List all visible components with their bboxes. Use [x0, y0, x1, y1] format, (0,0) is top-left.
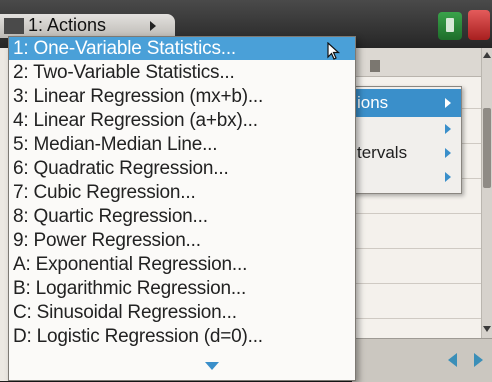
menu-item-two-variable-statistics[interactable]: 2: Two-Variable Statistics...	[9, 61, 355, 84]
menu-item-linear-regression-a-bx[interactable]: 4: Linear Regression (a+bx)...	[9, 109, 355, 132]
menu-item-label: 1: One-Variable Statistics...	[13, 38, 236, 59]
scroll-up-arrow-icon[interactable]	[483, 52, 491, 58]
menu-header-label: 1: Actions	[28, 15, 107, 35]
menu-item-label: C: Sinusoidal Regression...	[13, 302, 237, 323]
submenu: ions tervals	[340, 86, 462, 194]
menu-item-power-regression[interactable]: 9: Power Regression...	[9, 229, 355, 252]
menu-item-label: 6: Quadratic Regression...	[13, 158, 229, 179]
grid-line	[352, 318, 482, 319]
submenu-arrow-icon	[445, 172, 451, 182]
actions-menu-header[interactable]: 1: Actions	[0, 14, 175, 38]
menu-item-cubic-regression[interactable]: 7: Cubic Regression...	[9, 181, 355, 204]
submenu-item[interactable]	[341, 163, 461, 191]
menu-item-label: 5: Median-Median Line...	[13, 134, 218, 155]
actions-dropdown-menu: 1: One-Variable Statistics... 2: Two-Var…	[8, 36, 356, 381]
vertical-scrollbar[interactable]	[481, 48, 492, 338]
menu-item-label: A: Exponential Regression...	[13, 254, 248, 275]
scrollbar-thumb[interactable]	[483, 108, 491, 188]
menu-item-one-variable-statistics[interactable]: 1: One-Variable Statistics...	[9, 37, 355, 60]
grid-line	[352, 213, 482, 214]
menu-item-label: 9: Power Regression...	[13, 230, 201, 251]
menu-item-label: B: Logarithmic Regression...	[13, 278, 247, 299]
menu-item-sinusoidal-regression[interactable]: C: Sinusoidal Regression...	[9, 301, 355, 324]
menu-item-label: D: Logistic Regression (d=0)...	[13, 326, 263, 347]
submenu-item[interactable]: ions	[341, 89, 461, 117]
bottom-bar	[352, 338, 492, 382]
menu-item-logarithmic-regression[interactable]: B: Logarithmic Regression...	[9, 277, 355, 300]
submenu-arrow-icon	[445, 98, 451, 108]
submenu-item-label: tervals	[357, 143, 408, 162]
mouse-pointer-icon	[327, 42, 341, 60]
menu-item-quartic-regression[interactable]: 8: Quartic Regression...	[9, 205, 355, 228]
nav-right-arrow-icon[interactable]	[474, 353, 483, 367]
submenu-arrow-icon	[445, 148, 451, 158]
menu-item-linear-regression-mx-b[interactable]: 3: Linear Regression (mx+b)...	[9, 85, 355, 108]
grid-line	[352, 283, 482, 284]
menu-header-arrow-icon	[150, 21, 156, 31]
grid-line	[352, 248, 482, 249]
menu-item-median-median-line[interactable]: 5: Median-Median Line...	[9, 133, 355, 156]
cell-marker	[370, 60, 380, 72]
menu-tab-icon	[4, 18, 24, 34]
menu-item-label: 2: Two-Variable Statistics...	[13, 62, 235, 83]
menu-item-label: 3: Linear Regression (mx+b)...	[13, 86, 264, 107]
menu-item-label: 4: Linear Regression (a+bx)...	[13, 110, 258, 131]
menu-item-logistic-regression[interactable]: D: Logistic Regression (d=0)...	[9, 325, 355, 348]
scroll-more-arrow-icon[interactable]	[205, 362, 219, 370]
close-icon[interactable]	[468, 10, 490, 40]
menu-item-label: 7: Cubic Regression...	[13, 182, 196, 203]
menu-item-quadratic-regression[interactable]: 6: Quadratic Regression...	[9, 157, 355, 180]
scroll-down-arrow-icon[interactable]	[483, 326, 491, 332]
nav-left-arrow-icon[interactable]	[448, 353, 457, 367]
menu-item-label: 8: Quartic Regression...	[13, 206, 208, 227]
menu-item-exponential-regression[interactable]: A: Exponential Regression...	[9, 253, 355, 276]
submenu-item-label: ions	[357, 93, 389, 112]
submenu-arrow-icon	[445, 124, 451, 134]
battery-icon	[438, 12, 462, 40]
